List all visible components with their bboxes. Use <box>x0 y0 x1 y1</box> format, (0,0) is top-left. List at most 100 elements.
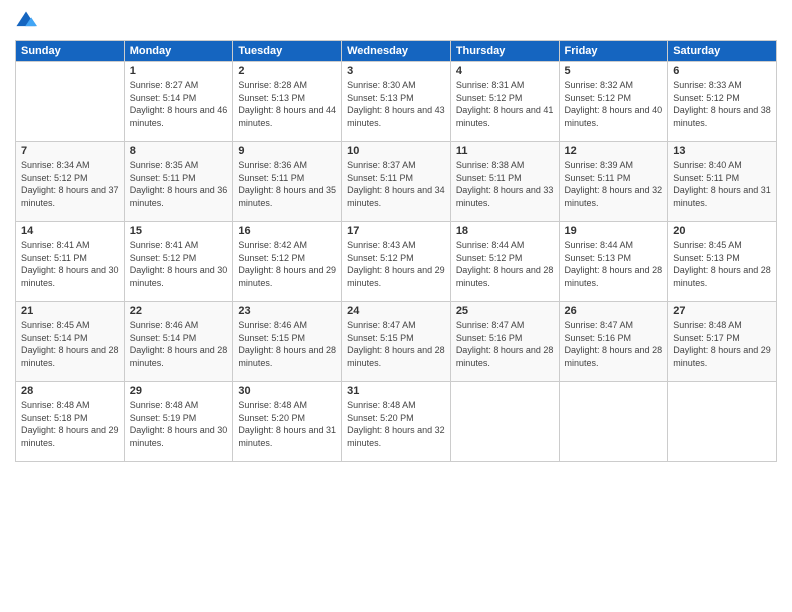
calendar-body: 1 Sunrise: 8:27 AMSunset: 5:14 PMDaylight… <box>16 62 777 462</box>
day-number: 25 <box>456 305 554 317</box>
calendar-cell: 9 Sunrise: 8:36 AMSunset: 5:11 PMDaylight… <box>233 142 342 222</box>
day-info: Sunrise: 8:36 AMSunset: 5:11 PMDaylight:… <box>238 159 336 209</box>
day-info: Sunrise: 8:46 AMSunset: 5:14 PMDaylight:… <box>130 319 228 369</box>
day-info: Sunrise: 8:27 AMSunset: 5:14 PMDaylight:… <box>130 79 228 129</box>
calendar-cell: 6 Sunrise: 8:33 AMSunset: 5:12 PMDaylight… <box>668 62 777 142</box>
day-number: 18 <box>456 225 554 237</box>
calendar-cell <box>16 62 125 142</box>
calendar-cell: 5 Sunrise: 8:32 AMSunset: 5:12 PMDaylight… <box>559 62 668 142</box>
day-info: Sunrise: 8:34 AMSunset: 5:12 PMDaylight:… <box>21 159 119 209</box>
day-number: 11 <box>456 145 554 157</box>
calendar-cell: 12 Sunrise: 8:39 AMSunset: 5:11 PMDayligh… <box>559 142 668 222</box>
calendar-header-row: SundayMondayTuesdayWednesdayThursdayFrid… <box>16 41 777 62</box>
calendar-cell: 7Sunrise: 8:34 AMSunset: 5:12 PMDaylight… <box>16 142 125 222</box>
calendar-cell: 17Sunrise: 8:43 AMSunset: 5:12 PMDayligh… <box>342 222 451 302</box>
calendar-week-row: 28 Sunrise: 8:48 AMSunset: 5:18 PMDayligh… <box>16 382 777 462</box>
day-number: 8 <box>130 145 228 157</box>
day-info: Sunrise: 8:48 AMSunset: 5:20 PMDaylight:… <box>347 399 445 449</box>
day-info: Sunrise: 8:39 AMSunset: 5:11 PMDaylight:… <box>565 159 663 209</box>
day-number: 5 <box>565 65 663 77</box>
day-info: Sunrise: 8:41 AMSunset: 5:12 PMDaylight:… <box>130 239 228 289</box>
weekday-header: Wednesday <box>342 41 451 62</box>
day-number: 21 <box>21 305 119 317</box>
calendar-week-row: 14 Sunrise: 8:41 AMSunset: 5:11 PMDayligh… <box>16 222 777 302</box>
day-info: Sunrise: 8:35 AMSunset: 5:11 PMDaylight:… <box>130 159 228 209</box>
day-info: Sunrise: 8:32 AMSunset: 5:12 PMDaylight:… <box>565 79 663 129</box>
day-info: Sunrise: 8:41 AMSunset: 5:11 PMDaylight:… <box>21 239 119 289</box>
day-info: Sunrise: 8:45 AMSunset: 5:14 PMDaylight:… <box>21 319 119 369</box>
calendar-cell: 16 Sunrise: 8:42 AMSunset: 5:12 PMDayligh… <box>233 222 342 302</box>
day-number: 16 <box>238 225 336 237</box>
calendar-cell: 27Sunrise: 8:48 AMSunset: 5:17 PMDayligh… <box>668 302 777 382</box>
weekday-header: Sunday <box>16 41 125 62</box>
day-number: 23 <box>238 305 336 317</box>
calendar-cell: 14 Sunrise: 8:41 AMSunset: 5:11 PMDayligh… <box>16 222 125 302</box>
calendar-week-row: 1 Sunrise: 8:27 AMSunset: 5:14 PMDaylight… <box>16 62 777 142</box>
logo <box>15 10 41 32</box>
calendar-cell: 23 Sunrise: 8:46 AMSunset: 5:15 PMDayligh… <box>233 302 342 382</box>
logo-icon <box>15 10 37 32</box>
day-info: Sunrise: 8:48 AMSunset: 5:18 PMDaylight:… <box>21 399 119 449</box>
day-info: Sunrise: 8:45 AMSunset: 5:13 PMDaylight:… <box>673 239 771 289</box>
calendar-cell: 1 Sunrise: 8:27 AMSunset: 5:14 PMDaylight… <box>124 62 233 142</box>
day-number: 14 <box>21 225 119 237</box>
day-info: Sunrise: 8:46 AMSunset: 5:15 PMDaylight:… <box>238 319 336 369</box>
day-number: 28 <box>21 385 119 397</box>
day-info: Sunrise: 8:33 AMSunset: 5:12 PMDaylight:… <box>673 79 771 129</box>
calendar-cell: 3 Sunrise: 8:30 AMSunset: 5:13 PMDaylight… <box>342 62 451 142</box>
calendar-cell: 29Sunrise: 8:48 AMSunset: 5:19 PMDayligh… <box>124 382 233 462</box>
weekday-header: Friday <box>559 41 668 62</box>
day-number: 20 <box>673 225 771 237</box>
calendar-table: SundayMondayTuesdayWednesdayThursdayFrid… <box>15 40 777 462</box>
weekday-header: Tuesday <box>233 41 342 62</box>
day-info: Sunrise: 8:42 AMSunset: 5:12 PMDaylight:… <box>238 239 336 289</box>
day-number: 3 <box>347 65 445 77</box>
day-number: 17 <box>347 225 445 237</box>
day-number: 24 <box>347 305 445 317</box>
calendar-cell <box>559 382 668 462</box>
day-info: Sunrise: 8:47 AMSunset: 5:15 PMDaylight:… <box>347 319 445 369</box>
calendar-cell: 19 Sunrise: 8:44 AMSunset: 5:13 PMDayligh… <box>559 222 668 302</box>
calendar-week-row: 21 Sunrise: 8:45 AMSunset: 5:14 PMDayligh… <box>16 302 777 382</box>
day-number: 2 <box>238 65 336 77</box>
day-info: Sunrise: 8:37 AMSunset: 5:11 PMDaylight:… <box>347 159 445 209</box>
day-number: 4 <box>456 65 554 77</box>
calendar-cell: 18 Sunrise: 8:44 AMSunset: 5:12 PMDayligh… <box>450 222 559 302</box>
day-info: Sunrise: 8:48 AMSunset: 5:19 PMDaylight:… <box>130 399 228 449</box>
day-info: Sunrise: 8:40 AMSunset: 5:11 PMDaylight:… <box>673 159 771 209</box>
day-number: 30 <box>238 385 336 397</box>
calendar-cell: 21 Sunrise: 8:45 AMSunset: 5:14 PMDayligh… <box>16 302 125 382</box>
day-info: Sunrise: 8:44 AMSunset: 5:12 PMDaylight:… <box>456 239 554 289</box>
day-number: 15 <box>130 225 228 237</box>
weekday-header: Saturday <box>668 41 777 62</box>
day-info: Sunrise: 8:31 AMSunset: 5:12 PMDaylight:… <box>456 79 554 129</box>
day-number: 22 <box>130 305 228 317</box>
day-number: 1 <box>130 65 228 77</box>
day-number: 26 <box>565 305 663 317</box>
calendar-week-row: 7Sunrise: 8:34 AMSunset: 5:12 PMDaylight… <box>16 142 777 222</box>
calendar-cell: 10 Sunrise: 8:37 AMSunset: 5:11 PMDayligh… <box>342 142 451 222</box>
weekday-header: Thursday <box>450 41 559 62</box>
day-info: Sunrise: 8:44 AMSunset: 5:13 PMDaylight:… <box>565 239 663 289</box>
day-number: 9 <box>238 145 336 157</box>
calendar-cell: 2 Sunrise: 8:28 AMSunset: 5:13 PMDaylight… <box>233 62 342 142</box>
calendar-cell: 25Sunrise: 8:47 AMSunset: 5:16 PMDayligh… <box>450 302 559 382</box>
day-info: Sunrise: 8:48 AMSunset: 5:20 PMDaylight:… <box>238 399 336 449</box>
day-number: 10 <box>347 145 445 157</box>
calendar-cell <box>450 382 559 462</box>
day-number: 6 <box>673 65 771 77</box>
day-number: 19 <box>565 225 663 237</box>
day-info: Sunrise: 8:47 AMSunset: 5:16 PMDaylight:… <box>565 319 663 369</box>
day-number: 31 <box>347 385 445 397</box>
day-number: 13 <box>673 145 771 157</box>
calendar-cell: 4 Sunrise: 8:31 AMSunset: 5:12 PMDaylight… <box>450 62 559 142</box>
day-info: Sunrise: 8:28 AMSunset: 5:13 PMDaylight:… <box>238 79 336 129</box>
calendar-cell: 28 Sunrise: 8:48 AMSunset: 5:18 PMDayligh… <box>16 382 125 462</box>
calendar-cell: 20 Sunrise: 8:45 AMSunset: 5:13 PMDayligh… <box>668 222 777 302</box>
day-info: Sunrise: 8:38 AMSunset: 5:11 PMDaylight:… <box>456 159 554 209</box>
calendar-page: SundayMondayTuesdayWednesdayThursdayFrid… <box>0 0 792 612</box>
calendar-cell: 31 Sunrise: 8:48 AMSunset: 5:20 PMDayligh… <box>342 382 451 462</box>
day-number: 12 <box>565 145 663 157</box>
day-info: Sunrise: 8:30 AMSunset: 5:13 PMDaylight:… <box>347 79 445 129</box>
day-info: Sunrise: 8:48 AMSunset: 5:17 PMDaylight:… <box>673 319 771 369</box>
